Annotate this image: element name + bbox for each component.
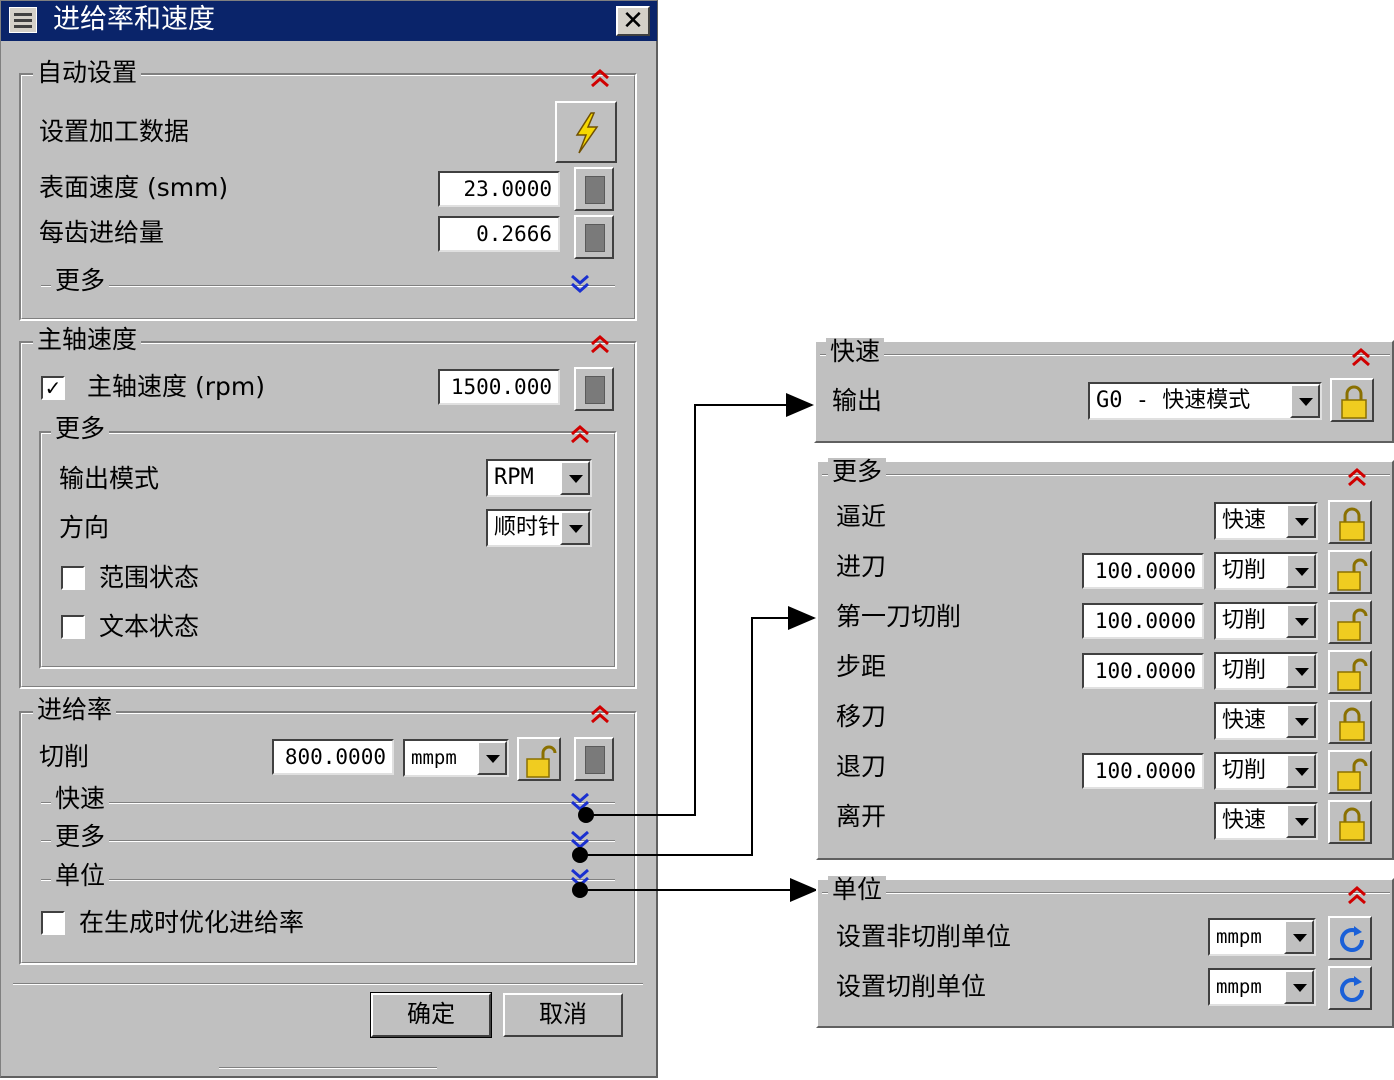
- rapid-lock-button[interactable]: [1330, 378, 1374, 422]
- more-row-mode-select[interactable]: 快速: [1214, 802, 1318, 840]
- dropdown-arrow-icon[interactable]: [1286, 504, 1316, 538]
- dropdown-arrow-icon[interactable]: [1286, 654, 1316, 688]
- connector-dot: [578, 807, 594, 823]
- rapid-output-label: 输出: [832, 386, 883, 415]
- cut-units-reset-button[interactable]: [1328, 966, 1372, 1010]
- more-row-value-field[interactable]: 100.0000: [1082, 653, 1204, 689]
- dropdown-arrow-icon[interactable]: [1284, 920, 1314, 954]
- rapid-output-select[interactable]: G0 - 快速模式: [1088, 382, 1322, 420]
- refresh-icon: [1340, 976, 1364, 1002]
- more-row-label: 步距: [836, 652, 887, 681]
- dropdown-arrow-icon[interactable]: [1284, 970, 1314, 1004]
- more-row-value-field[interactable]: 100.0000: [1082, 753, 1204, 789]
- more-row-value-field[interactable]: 100.0000: [1082, 603, 1204, 639]
- rapid-panel-separator: [820, 354, 1390, 356]
- rapid-output-value: G0 - 快速模式: [1096, 388, 1251, 413]
- more-row-mode-select[interactable]: 切削: [1214, 652, 1318, 690]
- lock-icon: [1339, 707, 1365, 741]
- more-row-mode-value: 切削: [1222, 658, 1267, 683]
- non-cut-units-select[interactable]: mmpm: [1208, 918, 1316, 956]
- more-row-unlock-button[interactable]: [1328, 750, 1372, 794]
- dropdown-arrow-icon[interactable]: [1286, 804, 1316, 838]
- lock-icon: [1339, 507, 1365, 541]
- connector-dot: [572, 847, 588, 863]
- lock-icon: [1341, 385, 1367, 419]
- dropdown-arrow-icon[interactable]: [1286, 554, 1316, 588]
- more-panel: 更多 逼近 快速 进刀 100.0000 切削 第一刀切削 100.0000 切削 步距 100.…: [816, 458, 1394, 860]
- more-row-lock-button[interactable]: [1328, 800, 1372, 844]
- cut-units-value: mmpm: [1216, 976, 1262, 998]
- dropdown-arrow-icon[interactable]: [1286, 604, 1316, 638]
- cut-units-select[interactable]: mmpm: [1208, 968, 1316, 1006]
- dropdown-arrow-icon[interactable]: [1286, 704, 1316, 738]
- more-row-mode-value: 切削: [1222, 758, 1267, 783]
- non-cut-units-value: mmpm: [1216, 926, 1262, 948]
- more-row-mode-value: 切削: [1222, 608, 1267, 633]
- units-panel-header[interactable]: 单位: [828, 876, 887, 904]
- more-row-mode-select[interactable]: 切削: [1214, 552, 1318, 590]
- units-panel: 单位 设置非切削单位 mmpm 设置切削单位 mmpm: [816, 876, 1394, 1028]
- dropdown-arrow-icon[interactable]: [1290, 384, 1320, 418]
- non-cut-units-label: 设置非切削单位: [836, 922, 1012, 951]
- unlock-icon: [1337, 758, 1368, 791]
- more-row-unlock-button[interactable]: [1328, 650, 1372, 694]
- units-panel-separator: [822, 892, 1390, 894]
- collapse-up-icon[interactable]: [1346, 884, 1368, 906]
- dropdown-arrow-icon[interactable]: [1286, 754, 1316, 788]
- rapid-panel-header[interactable]: 快速: [826, 338, 885, 366]
- more-panel-header[interactable]: 更多: [828, 458, 887, 486]
- more-row-mode-select[interactable]: 快速: [1214, 502, 1318, 540]
- rapid-panel: 快速 输出 G0 - 快速模式: [814, 338, 1394, 443]
- more-row-mode-value: 切削: [1222, 558, 1267, 583]
- more-row-unlock-button[interactable]: [1328, 550, 1372, 594]
- unlock-icon: [1337, 608, 1368, 641]
- non-cut-units-reset-button[interactable]: [1328, 916, 1372, 960]
- cut-units-label: 设置切削单位: [836, 972, 987, 1001]
- collapse-up-icon[interactable]: [1350, 346, 1372, 368]
- more-row-mode-select[interactable]: 切削: [1214, 752, 1318, 790]
- more-row-mode-select[interactable]: 快速: [1214, 702, 1318, 740]
- more-row-lock-button[interactable]: [1328, 500, 1372, 544]
- more-row-mode-value: 快速: [1222, 708, 1267, 733]
- refresh-icon: [1340, 926, 1364, 952]
- more-row-label: 离开: [836, 802, 887, 831]
- more-row-unlock-button[interactable]: [1328, 600, 1372, 644]
- collapse-up-icon[interactable]: [1346, 466, 1368, 488]
- more-row-mode-value: 快速: [1222, 808, 1267, 833]
- lock-icon: [1339, 807, 1365, 841]
- more-row-label: 逼近: [836, 502, 887, 531]
- more-panel-separator: [822, 474, 1390, 476]
- unlock-icon: [1337, 558, 1368, 591]
- more-row-label: 退刀: [836, 752, 887, 781]
- more-row-lock-button[interactable]: [1328, 700, 1372, 744]
- unlock-icon: [1337, 658, 1368, 691]
- connector-dot: [572, 882, 588, 898]
- more-row-mode-value: 快速: [1222, 508, 1267, 533]
- more-row-value-field[interactable]: 100.0000: [1082, 553, 1204, 589]
- more-row-label: 进刀: [836, 552, 887, 581]
- more-row-label: 移刀: [836, 702, 887, 731]
- more-row-label: 第一刀切削: [836, 602, 962, 631]
- more-row-mode-select[interactable]: 切削: [1214, 602, 1318, 640]
